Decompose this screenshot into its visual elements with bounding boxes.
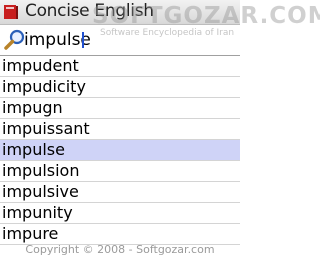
list-item[interactable]: impulsive — [0, 182, 240, 203]
book-icon — [4, 5, 18, 19]
list-item[interactable]: impugn — [0, 98, 240, 119]
watermark-subtitle: Software Encyclopedia of Iran — [100, 28, 235, 38]
list-item[interactable]: impudicity — [0, 77, 240, 98]
results-list: impudent impudicity impugn impuissant im… — [0, 55, 240, 245]
copyright-footer: Copyright © 2008 - Softgozar.com — [25, 243, 215, 256]
list-item-selected[interactable]: impulse — [0, 140, 240, 161]
list-item[interactable]: impulsion — [0, 161, 240, 182]
list-item[interactable]: impudent — [0, 56, 240, 77]
list-item[interactable]: impuissant — [0, 119, 240, 140]
list-item[interactable]: impunity — [0, 203, 240, 224]
text-caret — [82, 32, 84, 48]
title-bar: Concise English SOFTGOZAR.COM — [0, 0, 320, 29]
